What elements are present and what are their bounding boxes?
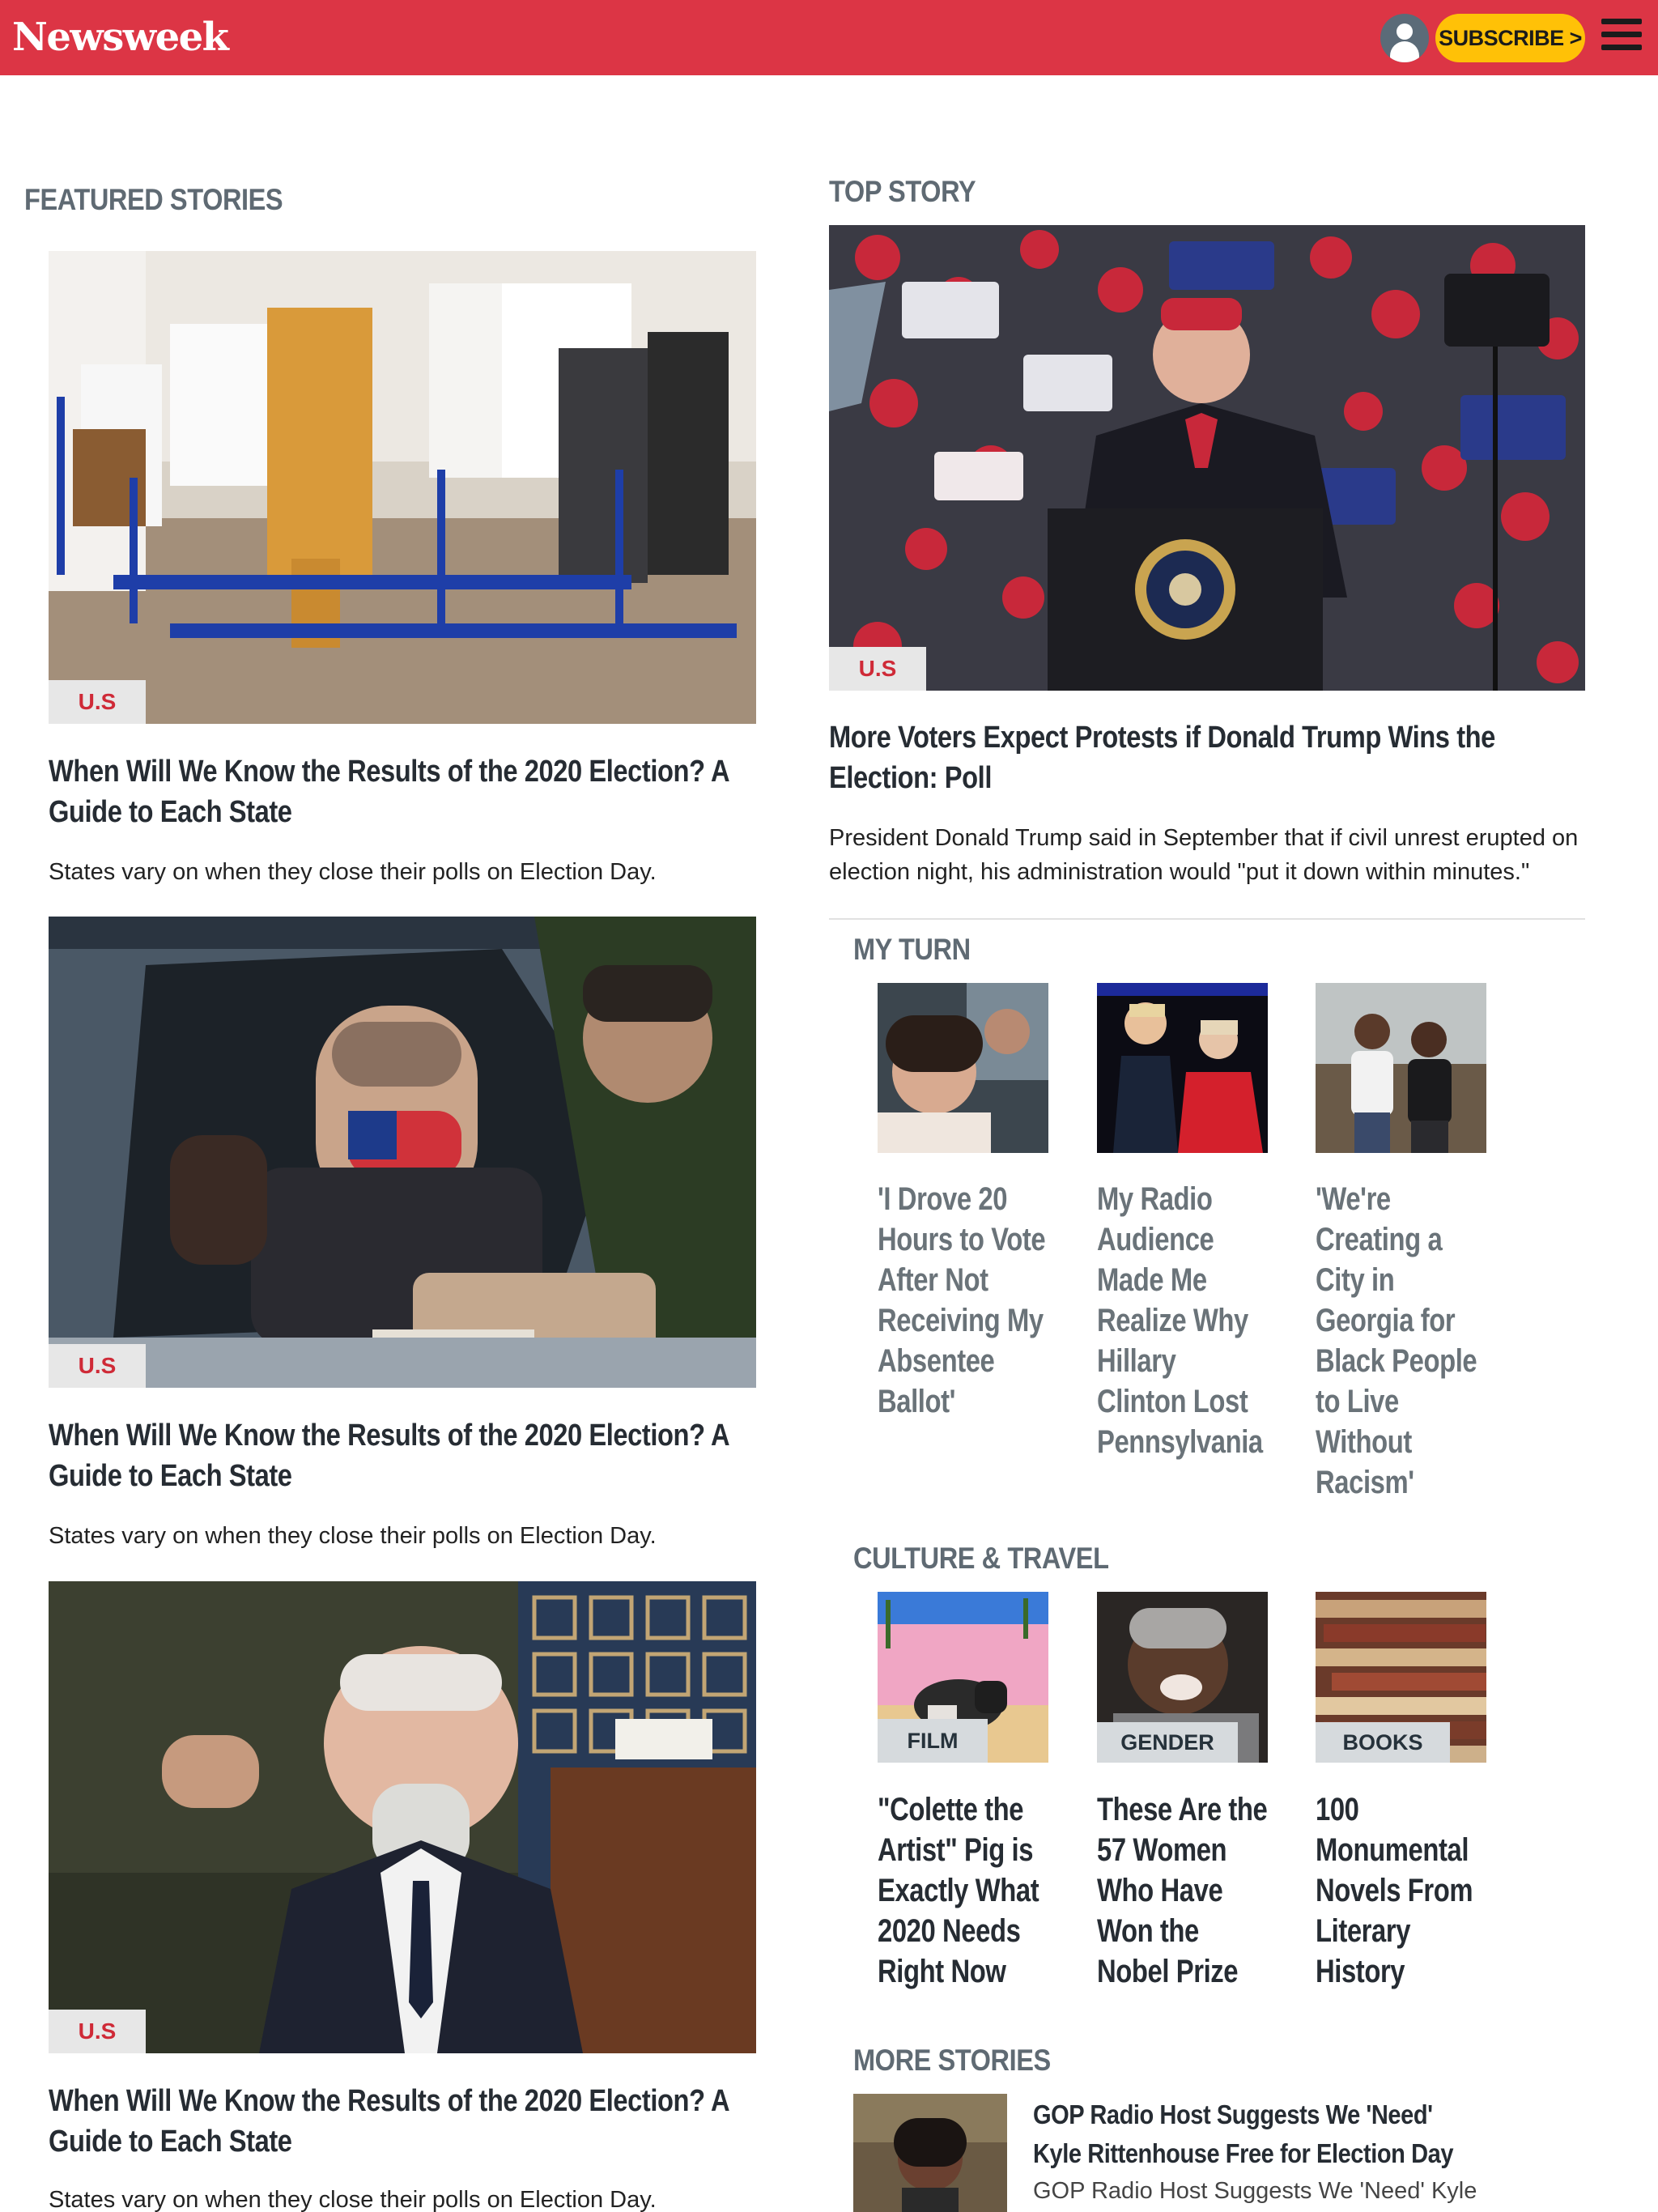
culture-3-image[interactable]: BOOKS <box>1316 1592 1486 1763</box>
top-story-heading: TOP STORY <box>829 175 976 208</box>
top-story-dek: President Donald Trump said in September… <box>829 825 1579 885</box>
culture-1-image[interactable]: FILM <box>878 1592 1048 1763</box>
more-stories-heading: MORE STORIES <box>853 2044 1051 2077</box>
featured-story-2-image[interactable]: U.S <box>49 917 756 1388</box>
top-story-headline[interactable]: More Voters Expect Protests if Donald Tr… <box>829 717 1581 798</box>
my-turn-3-headline[interactable]: 'We're Creating a City in Georgia for Bl… <box>1316 1179 1490 1503</box>
featured-story-3-dek: States vary on when they close their pol… <box>49 2187 657 2212</box>
featured-story-2-dek: States vary on when they close their pol… <box>49 1523 657 1549</box>
culture-category-tag[interactable]: BOOKS <box>1316 1722 1450 1763</box>
story-category-tag[interactable]: U.S <box>49 2010 146 2053</box>
my-turn-2-headline[interactable]: My Radio Audience Made Me Realize Why Hi… <box>1097 1179 1271 1462</box>
more-story-1-headline[interactable]: GOP Radio Host Suggests We 'Need' Kyle R… <box>1033 2095 1475 2173</box>
featured-story-1-image[interactable]: U.S <box>49 251 756 724</box>
subscribe-button[interactable]: SUBSCRIBE > <box>1435 14 1585 62</box>
featured-stories-heading: FEATURED STORIES <box>24 183 283 216</box>
voting-booth-photo <box>49 251 756 724</box>
more-story-1-dek: GOP Radio Host Suggests We 'Need' Kyle <box>1033 2178 1477 2204</box>
rally-photo <box>829 225 1585 691</box>
culture-1-headline[interactable]: "Colette the Artist" Pig is Exactly What… <box>878 1789 1052 1992</box>
radio-host-photo <box>49 1581 756 2053</box>
featured-story-1-dek: States vary on when they close their pol… <box>49 859 657 885</box>
culture-category-tag[interactable]: FILM <box>878 1719 988 1763</box>
section-divider <box>829 918 1585 920</box>
avatar-head-shape <box>1397 23 1413 40</box>
my-turn-3-image[interactable] <box>1316 983 1486 1153</box>
featured-story-3-headline[interactable]: When Will We Know the Results of the 202… <box>49 2081 752 2162</box>
culture-travel-heading: CULTURE & TRAVEL <box>853 1542 1109 1575</box>
featured-story-1-headline[interactable]: When Will We Know the Results of the 202… <box>49 751 752 832</box>
story-category-tag[interactable]: U.S <box>49 1344 146 1388</box>
michelle-obama-photo <box>853 2094 1007 2212</box>
newsweek-logo[interactable]: Newsweek <box>12 11 229 63</box>
hamburger-line <box>1601 19 1642 24</box>
featured-story-3-image[interactable]: U.S <box>49 1581 756 2053</box>
top-story-image[interactable]: U.S <box>829 225 1585 691</box>
culture-category-tag[interactable]: GENDER <box>1097 1722 1238 1763</box>
featured-story-2-headline[interactable]: When Will We Know the Results of the 202… <box>49 1415 752 1496</box>
user-avatar-icon[interactable] <box>1380 14 1429 62</box>
more-story-1-image[interactable] <box>853 2094 1007 2212</box>
culture-2-image[interactable]: GENDER <box>1097 1592 1268 1763</box>
story-category-tag[interactable]: U.S <box>829 647 926 691</box>
site-header: Newsweek SUBSCRIBE > <box>0 0 1658 75</box>
hamburger-line <box>1601 32 1642 37</box>
my-turn-1-headline[interactable]: 'I Drove 20 Hours to Vote After Not Rece… <box>878 1179 1052 1422</box>
culture-3-headline[interactable]: 100 Monumental Novels From Literary Hist… <box>1316 1789 1490 1992</box>
car-voter-photo <box>49 917 756 1388</box>
debate-photo <box>1097 983 1268 1153</box>
hamburger-line <box>1601 45 1642 50</box>
my-turn-1-image[interactable] <box>878 983 1048 1153</box>
culture-2-headline[interactable]: These Are the 57 Women Who Have Won the … <box>1097 1789 1271 1992</box>
georgia-founders-photo <box>1316 983 1486 1153</box>
my-turn-heading: MY TURN <box>853 933 971 966</box>
avatar-body-shape <box>1390 41 1419 62</box>
story-category-tag[interactable]: U.S <box>49 680 146 724</box>
hamburger-menu-icon[interactable] <box>1601 19 1642 54</box>
selfie-photo <box>878 983 1048 1153</box>
my-turn-2-image[interactable] <box>1097 983 1268 1153</box>
